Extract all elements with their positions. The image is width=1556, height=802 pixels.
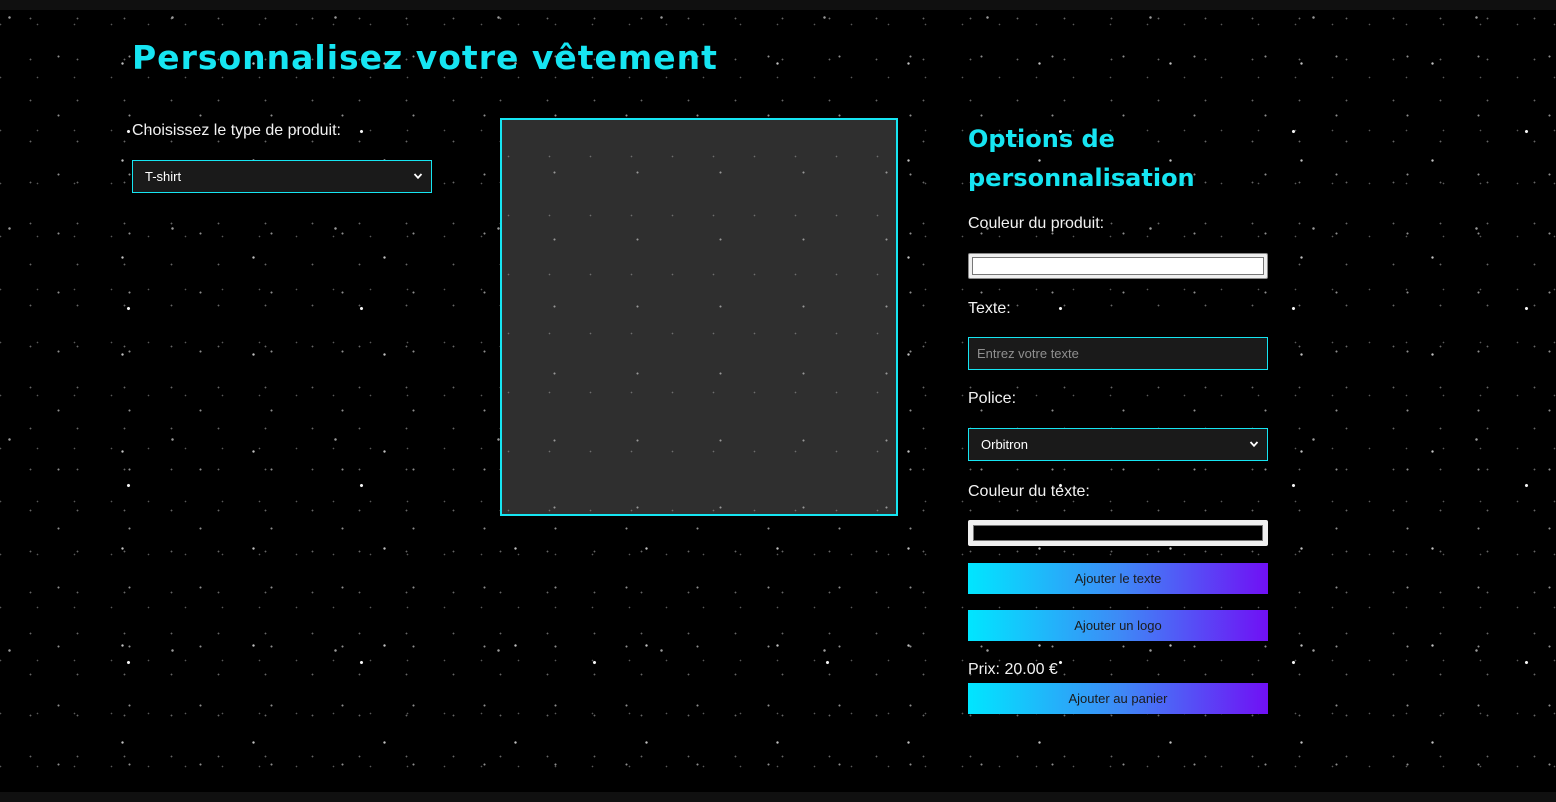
product-type-select[interactable]: T-shirt <box>132 160 432 193</box>
text-input[interactable] <box>968 337 1268 370</box>
font-select[interactable]: Orbitron <box>968 428 1268 461</box>
font-select-value: Orbitron <box>981 437 1028 452</box>
chevron-down-icon <box>1249 441 1259 448</box>
text-color-label: Couleur du texte: <box>968 483 1090 500</box>
product-preview-canvas[interactable] <box>500 118 898 516</box>
text-label: Texte: <box>968 300 1011 317</box>
price-text: Prix: 20.00 € <box>968 661 1058 678</box>
add-text-button[interactable]: Ajouter le texte <box>968 563 1268 594</box>
product-type-label: Choisissez le type de produit: <box>132 122 341 139</box>
page-title: Personnalisez votre vêtement <box>132 38 718 77</box>
product-color-picker[interactable] <box>968 253 1268 279</box>
product-color-label: Couleur du produit: <box>968 215 1105 232</box>
chevron-down-icon <box>413 173 423 180</box>
text-color-swatch <box>973 525 1263 541</box>
options-heading: Options de personnalisation <box>968 125 1195 192</box>
add-logo-button[interactable]: Ajouter un logo <box>968 610 1268 641</box>
text-color-picker[interactable] <box>968 520 1268 546</box>
product-color-swatch <box>972 257 1264 275</box>
page-background: Personnalisez votre vêtement Choisissez … <box>0 10 1556 792</box>
add-to-cart-button[interactable]: Ajouter au panier <box>968 683 1268 714</box>
font-label: Police: <box>968 390 1017 407</box>
product-type-value: T-shirt <box>145 169 182 184</box>
